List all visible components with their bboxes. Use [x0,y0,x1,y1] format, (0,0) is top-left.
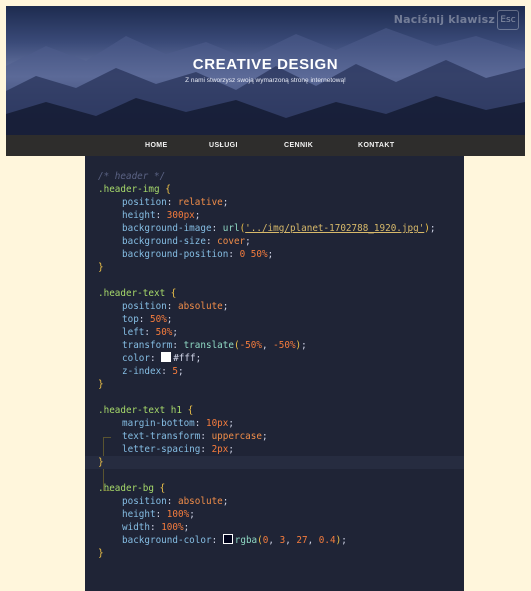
nav-home[interactable]: HOME [145,135,168,156]
code-line: left: 50%; [122,327,178,338]
css-selector: .header-text [98,288,166,299]
css-value: -50% [239,340,262,351]
css-value: #fff [173,353,196,364]
css-property: background-image [122,223,212,234]
css-property: width [122,522,150,533]
code-line: .header-text h1 { [85,404,464,417]
css-property: top [122,314,139,325]
header-hero: Naciśnij klawisz Esc CREATIVE DESIGN Z n… [6,6,525,135]
css-selector: .header-img [98,184,160,195]
css-value: 0 50% [239,249,268,260]
css-function: rgba [234,535,258,546]
esc-key-badge: Esc [497,10,519,30]
css-property: background-position [122,249,229,260]
css-property: text-transform [122,431,201,442]
css-value: 2px [211,444,229,455]
css-property: height [122,210,156,221]
main-nav: HOME USŁUGI CENNIK KONTAKT [6,135,525,156]
css-brace: } [98,379,104,390]
css-value: uppercase [211,431,262,442]
css-brace: { [165,184,171,195]
css-property: left [122,327,145,338]
code-line: transform: translate(-50%, -50%); [122,340,307,351]
css-value: absolute [177,301,223,312]
code-line-active: } [85,456,464,469]
css-value: absolute [177,496,223,507]
code-line: z-index: 5; [122,366,184,377]
css-brace: } [98,548,104,559]
css-comment: /* header */ [98,171,166,182]
css-property: color [122,353,150,364]
code-line: position: relative; [122,197,229,208]
code-line: } [85,261,464,274]
code-line: position: absolute; [122,496,229,507]
css-value: 27 [296,535,308,546]
css-brace: } [98,457,104,468]
css-value: 0.4 [318,535,336,546]
code-editor[interactable]: /* header */ .header-img { position: rel… [85,156,464,591]
page: Naciśnij klawisz Esc CREATIVE DESIGN Z n… [6,6,525,591]
nav-cennik[interactable]: CENNIK [284,135,313,156]
css-property: position [122,301,167,312]
code-line: .header-text { [85,287,464,300]
css-value: -50% [273,340,296,351]
css-property: letter-spacing [122,444,201,455]
code-line: height: 300px; [122,210,201,221]
code-line: background-image: url('../img/planet-170… [122,223,436,234]
code-line: color: #fff; [122,352,202,364]
nav-kontakt[interactable]: KONTAKT [358,135,395,156]
site-title: CREATIVE DESIGN [192,56,339,73]
keyboard-hint: Naciśnij klawisz [393,13,495,26]
color-swatch-white[interactable] [161,352,172,362]
css-property: background-color [122,535,212,546]
code-line: } [85,547,464,560]
css-brace: } [98,262,104,273]
css-property: transform [122,340,173,351]
css-function: url [222,223,240,234]
css-selector: .header-bg [98,483,154,494]
code-line: background-size: cover; [122,236,251,247]
css-value: 50% [150,314,167,325]
code-line: margin-bottom: 10px; [122,418,234,429]
code-line: .header-img { [85,183,464,196]
css-property: height [122,509,156,520]
code-line: /* header */ [85,170,464,183]
css-value: 10px [205,418,229,429]
css-value: 100% [166,509,190,520]
css-url-string[interactable]: '../img/planet-1702788_1920.jpg' [245,223,424,234]
css-brace: { [159,483,166,494]
css-selector: .header-text h1 [98,405,182,416]
css-property: position [122,197,167,208]
code-line: } [85,378,464,391]
code-line: background-color: rgba(0, 3, 27, 0.4); [122,534,347,546]
code-line: background-position: 0 50%; [122,249,274,260]
css-value: relative [177,197,223,208]
color-swatch-dark[interactable] [222,534,233,544]
code-line: position: absolute; [122,301,229,312]
code-line: text-transform: uppercase; [122,431,268,442]
css-function: translate [183,340,234,351]
code-line: top: 50%; [122,314,173,325]
css-value: 100% [161,522,184,533]
css-brace: { [187,405,194,416]
css-value: 50% [155,327,173,338]
code-line: .header-bg { [85,482,464,495]
code-line: height: 100%; [122,509,195,520]
css-value: cover [217,236,246,247]
code-line: letter-spacing: 2px; [122,444,234,455]
code-line: width: 100%; [122,522,190,533]
css-property: position [122,496,167,507]
nav-uslugi[interactable]: USŁUGI [209,135,238,156]
css-property: background-size [122,236,206,247]
site-subtitle: Z nami stworzysz swoją wymarzoną stronę … [185,77,346,84]
css-property: margin-bottom [122,418,195,429]
css-property: z-index [122,366,162,377]
css-brace: { [170,288,177,299]
css-value: 300px [166,210,195,221]
